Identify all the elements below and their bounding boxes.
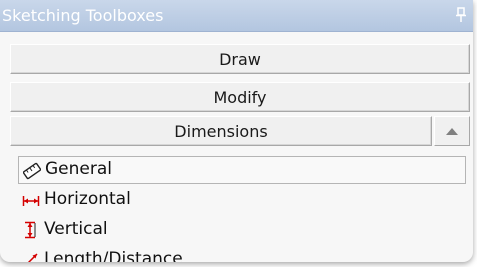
- section-dimensions[interactable]: Dimensions: [10, 116, 432, 146]
- tool-item-label: General: [45, 159, 112, 179]
- tool-item-label: Length/Distance: [44, 249, 183, 262]
- tool-item-horizontal[interactable]: Horizontal: [18, 186, 466, 214]
- tool-item-general[interactable]: General: [18, 156, 466, 184]
- tool-item-label: Horizontal: [44, 189, 131, 209]
- collapse-dimensions-button[interactable]: [434, 116, 470, 146]
- pin-icon[interactable]: [455, 7, 467, 23]
- section-draw[interactable]: Draw: [10, 44, 470, 74]
- window-title: Sketching Toolboxes: [2, 6, 164, 25]
- section-draw-label: Draw: [219, 50, 261, 69]
- tool-item-label: Vertical: [44, 219, 108, 239]
- tool-item-vertical[interactable]: Vertical: [18, 216, 466, 244]
- ruler-icon: [23, 162, 41, 180]
- section-dimensions-label: Dimensions: [174, 122, 268, 141]
- tool-item-length-distance[interactable]: Length/Distance: [18, 246, 466, 262]
- length-distance-icon: [27, 253, 38, 262]
- section-modify[interactable]: Modify: [10, 82, 470, 112]
- section-modify-label: Modify: [213, 88, 267, 107]
- title-bar[interactable]: Sketching Toolboxes: [0, 0, 473, 32]
- sketching-toolboxes-panel: Sketching Toolboxes Draw Modify Dimensio…: [0, 0, 473, 262]
- horizontal-dimension-icon: [22, 196, 40, 206]
- chevron-up-icon: [446, 128, 458, 135]
- vertical-dimension-icon: [25, 221, 36, 239]
- dimensions-tool-list: General Horizontal Vertical Length/Dista…: [18, 156, 466, 262]
